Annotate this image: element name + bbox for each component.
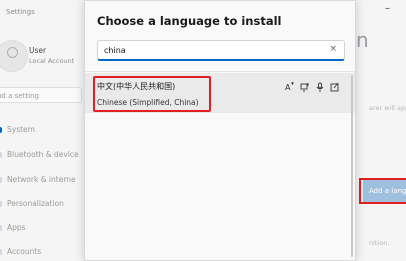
user-avatar	[0, 40, 28, 72]
page-note-fragment-2: nition.	[369, 239, 390, 247]
personalization-icon	[0, 201, 2, 207]
nav-item-network[interactable]: Network & interne	[0, 175, 76, 184]
nav-item-apps[interactable]: Apps	[0, 223, 26, 232]
minimize-button[interactable]: –	[385, 3, 390, 14]
handwriting-icon	[330, 82, 340, 92]
choose-language-dialog: Choose a language to install × 中文(中华人民共和…	[84, 0, 356, 261]
dialog-scrollbar[interactable]	[351, 75, 353, 257]
nav-item-label: Bluetooth & device	[7, 150, 79, 159]
accounts-icon	[0, 249, 2, 255]
settings-app-title: Settings	[6, 8, 35, 16]
language-search-input[interactable]	[104, 41, 324, 59]
bluetooth-icon	[0, 152, 2, 158]
apps-icon	[0, 225, 2, 231]
user-account-type: Local Account	[29, 57, 75, 65]
language-feature-icons: A	[285, 82, 340, 92]
nav-item-bluetooth[interactable]: Bluetooth & device	[0, 150, 79, 159]
page-title-fragment: n	[356, 28, 369, 52]
nav-item-label: Apps	[7, 223, 26, 232]
speech-recognition-icon	[315, 82, 325, 92]
display-language-icon	[300, 82, 310, 92]
network-icon	[0, 177, 2, 183]
nav-item-system[interactable]: System	[0, 125, 35, 134]
user-name: User	[29, 46, 47, 55]
selection-highlight	[93, 76, 211, 112]
find-setting-input[interactable]: nd a setting	[0, 87, 82, 103]
nav-item-label: System	[7, 125, 35, 134]
svg-text:A: A	[285, 83, 291, 92]
system-icon	[0, 127, 2, 133]
add-language-highlight	[359, 178, 406, 204]
nav-item-label: Network & interne	[7, 175, 76, 184]
nav-item-label: Accounts	[7, 247, 42, 256]
language-search-box: ×	[97, 40, 345, 61]
page-note-fragment: arer will appear	[369, 104, 406, 112]
text-to-speech-icon: A	[285, 82, 295, 92]
dialog-title: Choose a language to install	[97, 14, 282, 28]
nav-item-label: Personalization	[7, 199, 64, 208]
nav-item-accounts[interactable]: Accounts	[0, 247, 41, 256]
divider	[85, 71, 355, 72]
clear-icon[interactable]: ×	[329, 44, 337, 54]
nav-item-personalization[interactable]: Personalization	[0, 199, 64, 208]
